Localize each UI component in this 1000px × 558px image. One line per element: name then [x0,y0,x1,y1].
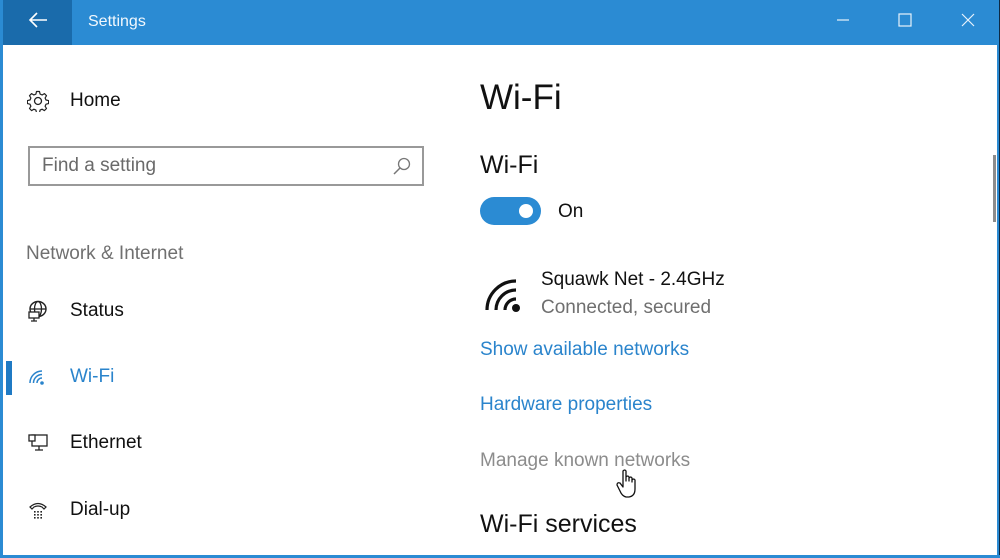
sidebar-item-label: Ethernet [70,432,142,453]
page-title: Wi-Fi [480,78,562,117]
section-label: Network & Internet [26,243,184,264]
back-button[interactable] [3,0,72,45]
title-bar: Settings [3,0,1000,45]
minimize-icon [836,13,850,32]
window-title: Settings [88,13,146,30]
search-box[interactable] [28,146,424,186]
network-name: Squawk Net - 2.4GHz [541,269,725,290]
wifi-section-title: Wi-Fi [480,151,539,179]
hand-cursor-icon [616,469,640,504]
gear-icon [25,88,51,114]
sidebar-item-label: Dial-up [70,499,131,520]
search-icon[interactable] [392,156,412,181]
sidebar-item-wifi[interactable]: Wi-Fi [25,364,114,390]
sidebar-item-label: Home [70,90,121,111]
wifi-icon [25,364,51,390]
toggle-state-label: On [558,201,584,222]
maximize-icon [898,13,912,32]
sidebar-item-label: Wi-Fi [70,366,115,387]
sidebar-item-label: Status [70,300,124,321]
globe-icon [25,298,51,324]
sidebar-item-dialup[interactable]: Dial-up [25,497,130,523]
arrow-left-icon [28,12,48,33]
settings-window: Settings Home Find a setting Network & I… [0,0,1000,558]
search-input[interactable] [42,154,382,178]
maximize-button[interactable] [882,0,928,45]
close-icon [961,13,975,32]
manage-known-networks-link[interactable]: Manage known networks [480,450,690,472]
hardware-properties-link[interactable]: Hardware properties [480,394,652,416]
sidebar-item-ethernet[interactable]: Ethernet [25,430,142,456]
dialup-icon [25,497,51,523]
toggle-knob [519,204,533,218]
scrollbar-thumb[interactable] [993,155,996,222]
minimize-button[interactable] [820,0,866,45]
wifi-services-title: Wi-Fi services [480,510,637,538]
close-button[interactable] [945,0,991,45]
sidebar-item-home[interactable]: Home [25,88,121,114]
ethernet-icon [25,430,51,456]
network-status: Connected, secured [541,297,712,318]
wifi-signal-icon [483,278,523,319]
sidebar-item-status[interactable]: Status [25,298,124,324]
show-available-networks-link[interactable]: Show available networks [480,339,689,361]
selection-indicator [6,361,12,395]
wifi-toggle[interactable] [480,197,541,225]
